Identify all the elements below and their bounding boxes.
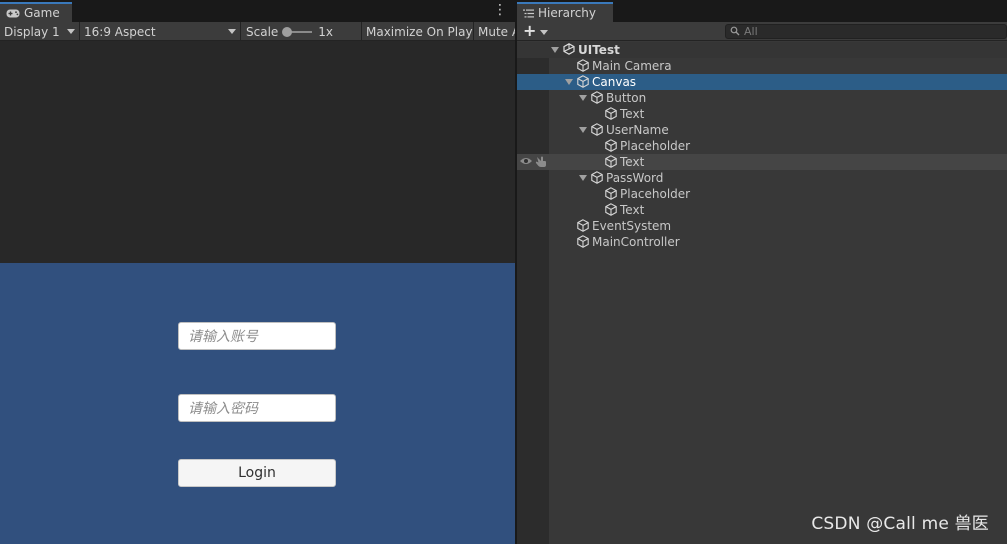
hierarchy-row-label: Text: [620, 155, 645, 169]
search-icon: [730, 26, 740, 39]
unity-scene-icon: [563, 43, 575, 59]
hierarchy-row-label: UserName: [606, 123, 669, 137]
hierarchy-search-input[interactable]: All: [725, 24, 1007, 39]
hierarchy-row-label: MainController: [592, 235, 680, 249]
tab-hierarchy[interactable]: Hierarchy: [517, 2, 613, 22]
hierarchy-row[interactable]: Placeholder: [517, 186, 1007, 202]
visibility-eye-icon[interactable]: [519, 155, 533, 171]
aspect-dropdown-label: 16:9 Aspect: [84, 24, 156, 39]
hierarchy-row-label: Button: [606, 91, 647, 105]
hierarchy-row-label: UITest: [578, 43, 620, 57]
scale-slider[interactable]: [282, 26, 313, 37]
hierarchy-row[interactable]: Main Camera: [517, 58, 1007, 74]
hierarchy-row[interactable]: Button: [517, 90, 1007, 106]
gameobject-cube-icon: [577, 235, 589, 252]
hierarchy-row[interactable]: Text: [517, 154, 1007, 170]
expand-arrow-icon[interactable]: [565, 79, 573, 85]
tab-game[interactable]: Game: [0, 2, 72, 22]
expand-arrow-icon[interactable]: [579, 175, 587, 181]
hierarchy-toolbar: + All: [517, 22, 1007, 41]
maximize-on-play-label: Maximize On Play: [366, 24, 473, 39]
hierarchy-row-label: Canvas: [592, 75, 637, 89]
scale-control: Scale 1x: [241, 22, 362, 41]
hierarchy-row-label: Placeholder: [620, 187, 691, 201]
hierarchy-tabbar: Hierarchy: [517, 0, 1007, 22]
hierarchy-row[interactable]: Canvas: [517, 74, 1007, 90]
watermark: CSDN @Call me 兽医: [811, 514, 989, 534]
hierarchy-tree: UITest Main Camera Canvas Button Text UserNam…: [517, 42, 1007, 250]
hierarchy-row[interactable]: MainController: [517, 234, 1007, 250]
password-placeholder: 请输入密码: [188, 401, 258, 417]
expand-arrow-icon[interactable]: [579, 127, 587, 133]
username-input[interactable]: 请输入账号: [178, 322, 336, 350]
hierarchy-row-label: Text: [620, 107, 645, 121]
hierarchy-row[interactable]: Text: [517, 106, 1007, 122]
hierarchy-scene-row[interactable]: UITest: [517, 42, 1007, 58]
game-panel: Game ⋮ Display 1 16:9 Aspect Scale 1x Ma…: [0, 0, 515, 544]
mute-audio-label: Mute A: [478, 24, 515, 39]
hierarchy-row[interactable]: Placeholder: [517, 138, 1007, 154]
expand-arrow-icon[interactable]: [579, 95, 587, 101]
mute-audio-toggle[interactable]: Mute A: [474, 22, 515, 41]
hierarchy-row-label: PassWord: [606, 171, 664, 185]
add-icon[interactable]: +: [523, 23, 536, 39]
chevron-down-icon: [67, 29, 75, 34]
chevron-down-icon[interactable]: [540, 30, 548, 35]
hierarchy-row-label: EventSystem: [592, 219, 672, 233]
display-dropdown[interactable]: Display 1: [0, 22, 80, 41]
search-placeholder: All: [744, 25, 758, 38]
login-button-label: Login: [238, 465, 276, 481]
list-icon: [523, 9, 534, 18]
hierarchy-row-label: Main Camera: [592, 59, 672, 73]
hierarchy-row-label: Placeholder: [620, 139, 691, 153]
login-button[interactable]: Login: [178, 459, 336, 487]
expand-arrow-icon[interactable]: [551, 47, 559, 53]
username-placeholder: 请输入账号: [188, 329, 258, 345]
hierarchy-row[interactable]: EventSystem: [517, 218, 1007, 234]
maximize-on-play-toggle[interactable]: Maximize On Play: [362, 22, 474, 41]
password-input[interactable]: 请输入密码: [178, 394, 336, 422]
display-dropdown-label: Display 1: [4, 24, 60, 39]
hierarchy-row[interactable]: Text: [517, 202, 1007, 218]
hierarchy-row-label: Text: [620, 203, 645, 217]
scale-value: 1x: [318, 24, 334, 39]
gamepad-icon: [6, 9, 20, 18]
hierarchy-panel: Hierarchy + All UITest Main Camera Canvas B…: [517, 0, 1007, 544]
game-canvas[interactable]: 请输入账号 请输入密码 Login: [0, 263, 515, 544]
game-toolbar: Display 1 16:9 Aspect Scale 1x Maximize …: [0, 22, 515, 41]
game-tabbar: Game ⋮: [0, 0, 515, 22]
tab-hierarchy-label: Hierarchy: [538, 6, 597, 20]
hierarchy-row[interactable]: PassWord: [517, 170, 1007, 186]
game-viewport-letterbox: [0, 41, 515, 263]
scale-slider-thumb[interactable]: [282, 26, 293, 37]
scale-label: Scale: [246, 24, 279, 39]
more-options-icon[interactable]: ⋮: [493, 3, 507, 17]
tab-game-label: Game: [24, 6, 60, 20]
hierarchy-row[interactable]: UserName: [517, 122, 1007, 138]
chevron-down-icon: [228, 29, 236, 34]
aspect-dropdown[interactable]: 16:9 Aspect: [80, 22, 241, 41]
